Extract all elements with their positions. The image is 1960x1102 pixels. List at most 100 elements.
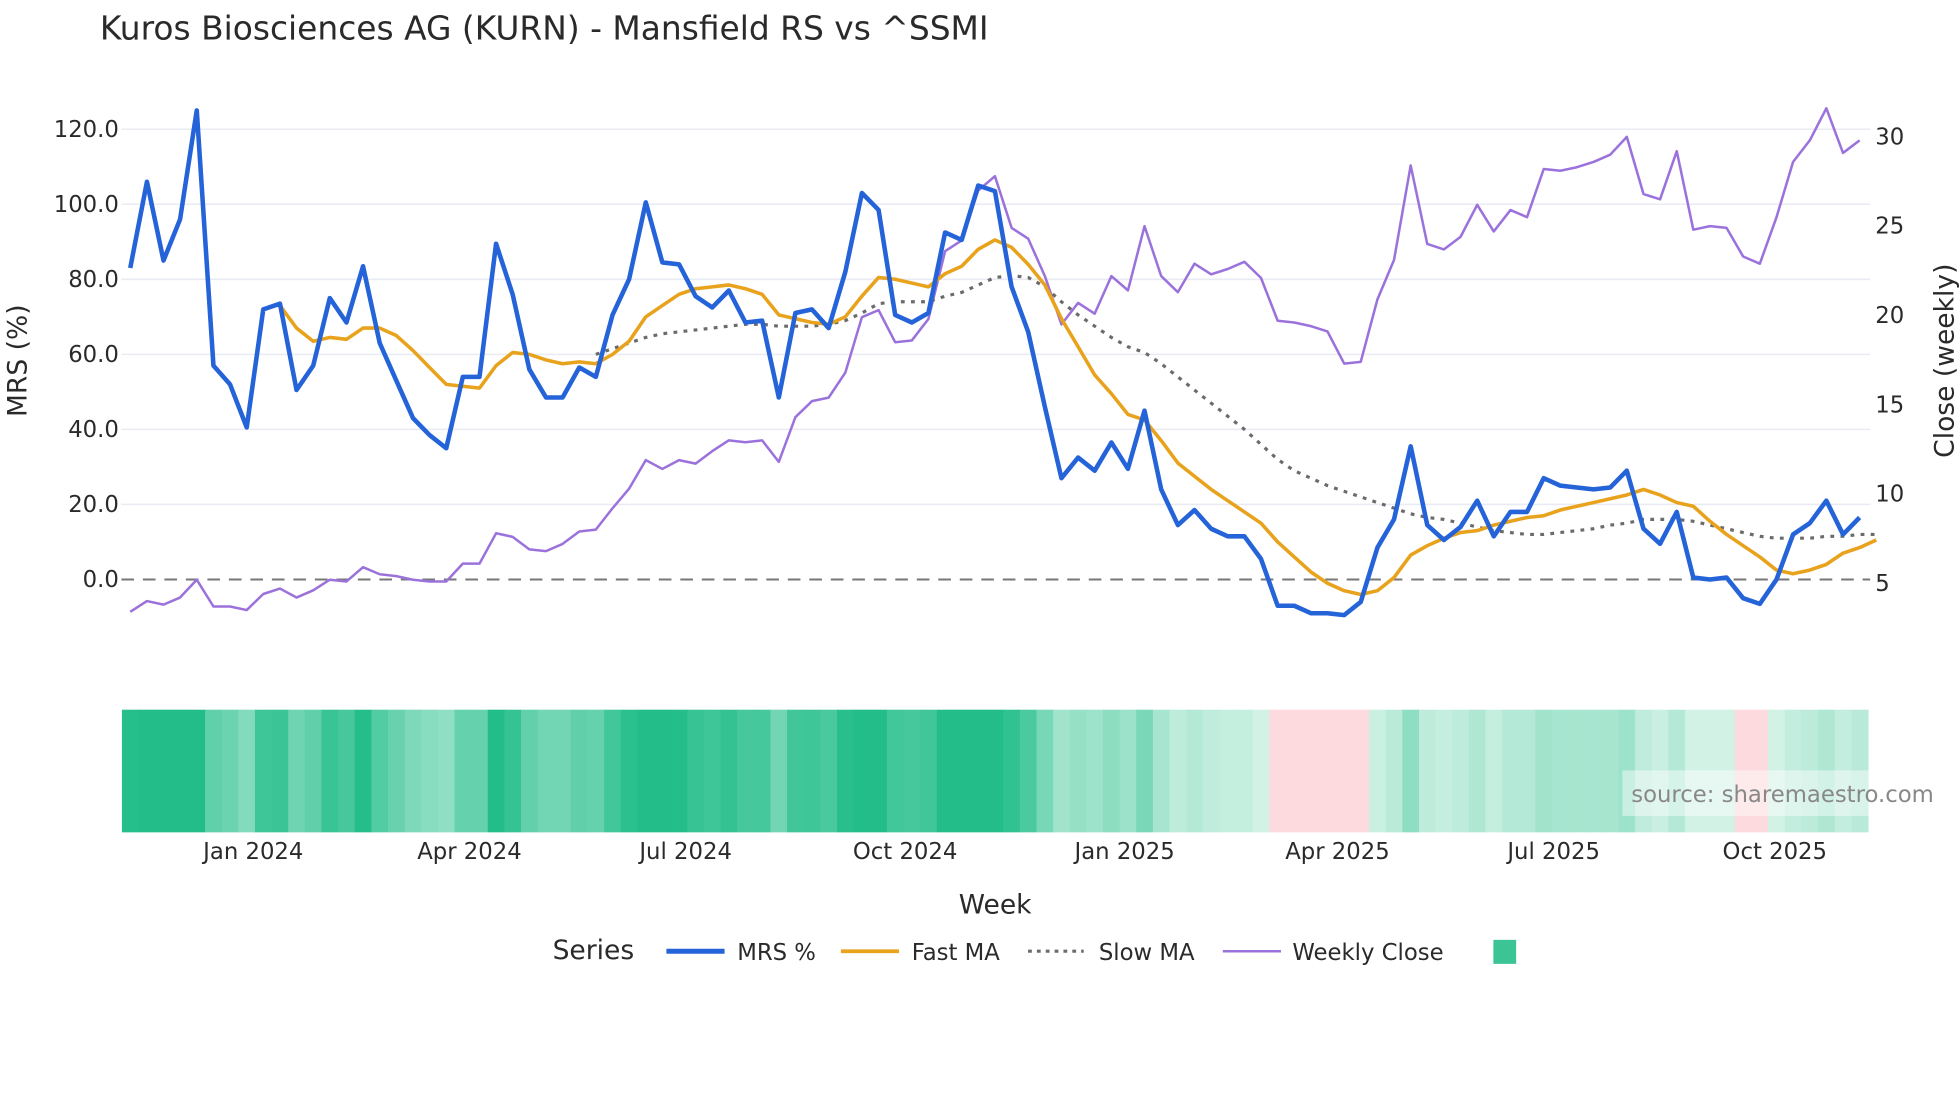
x-tick-label: Oct 2024 — [853, 839, 957, 865]
heatmap-cell — [1601, 709, 1620, 833]
series-line-mrs — [128, 108, 1862, 618]
y2-tick-label: 10 — [1875, 482, 1904, 508]
legend-item-fast-ma[interactable]: Fast MA — [840, 940, 1001, 966]
heatmap-cell — [1003, 709, 1021, 833]
heatmap-cell — [1352, 709, 1370, 833]
mansfield-rs-chart: Kuros Biosciences AG (KURN) - Mansfield … — [3, 9, 1960, 967]
heatmap-cell — [304, 709, 323, 833]
heatmap-cell — [886, 709, 905, 833]
x-tick-label: Jan 2025 — [1073, 839, 1175, 865]
legend-swatch-heatmap[interactable] — [1493, 939, 1517, 964]
heatmap-cell — [1186, 709, 1204, 833]
heatmap-cell — [1152, 709, 1171, 833]
heatmap-cell — [787, 709, 805, 833]
heatmap-cell — [437, 709, 456, 833]
x-axis-ticks: Jan 2024 Apr 2024 Jul 2024 Oct 2024 Jan 2025… — [201, 839, 1827, 865]
heatmap-cell — [1119, 709, 1137, 833]
heatmap-cell — [387, 709, 406, 833]
heatmap-cell — [570, 709, 589, 833]
heatmap-cell — [936, 709, 954, 833]
heatmap-cell — [404, 709, 422, 833]
gridlines — [121, 128, 1871, 506]
heatmap-cell — [421, 709, 439, 833]
heatmap-cell — [471, 709, 489, 833]
heatmap-cell — [737, 709, 755, 833]
legend-item-mrs[interactable]: MRS % — [666, 940, 816, 966]
x-tick-label: Oct 2025 — [1723, 839, 1827, 865]
heatmap-cell — [1019, 709, 1038, 833]
x-tick-label: Jul 2024 — [637, 839, 732, 865]
heatmap-cell — [654, 709, 672, 833]
heatmap-cell — [836, 709, 855, 833]
heatmap-cell — [1402, 709, 1420, 833]
heatmap-cell — [238, 709, 256, 833]
y-axis-title: MRS (%) — [3, 304, 34, 417]
heatmap-cell — [1452, 709, 1470, 833]
heatmap-cell — [1319, 709, 1337, 833]
x-tick-label: Apr 2025 — [1285, 839, 1390, 865]
legend-item-weekly-close[interactable]: Weekly Close — [1222, 940, 1444, 966]
heatmap-cell — [853, 709, 871, 833]
heatmap-cell — [205, 709, 223, 833]
heatmap-cell — [1485, 709, 1503, 833]
legend-label-fast-ma: Fast MA — [912, 940, 1001, 966]
series-lines — [128, 107, 1878, 618]
heatmap-cell — [1468, 709, 1487, 833]
heatmap-cell — [1252, 709, 1270, 833]
heatmap-cell — [703, 709, 722, 833]
heatmap-cell — [920, 709, 938, 833]
heatmap-cell — [321, 709, 339, 833]
heatmap-cell — [1335, 709, 1354, 833]
heatmap-cell — [121, 709, 140, 833]
heatmap-cell — [803, 709, 821, 833]
source-label: source: sharemaestro.com — [1631, 782, 1934, 808]
heatmap-cell — [969, 709, 988, 833]
heatmap-cell — [521, 709, 539, 833]
heatmap-cell — [687, 709, 705, 833]
heatmap-cell — [620, 709, 639, 833]
heatmap-cell — [637, 709, 655, 833]
y-tick-label: 100.0 — [54, 192, 119, 218]
heatmap-cell — [1369, 709, 1387, 833]
heatmap-cell — [537, 709, 555, 833]
heatmap-cell — [770, 709, 788, 833]
heatmap-cell — [720, 709, 738, 833]
y2-tick-label: 5 — [1875, 571, 1889, 597]
heatmap-cell — [986, 709, 1004, 833]
heatmap-cell — [1136, 709, 1154, 833]
heatmap-cell — [1518, 709, 1536, 833]
heatmap-cell — [171, 709, 190, 833]
left-axis-ticks: 0.0 20.0 40.0 60.0 80.0 100.0 120.0 — [54, 117, 119, 593]
heatmap-cell — [138, 709, 156, 833]
heatmap-cell — [1435, 709, 1453, 833]
heatmap-cell — [338, 709, 356, 833]
heatmap-cell — [254, 709, 273, 833]
legend-title: Series — [553, 935, 635, 966]
heatmap-cell — [870, 709, 888, 833]
chart-title: Kuros Biosciences AG (KURN) - Mansfield … — [100, 9, 989, 48]
heatmap-cell — [1285, 709, 1304, 833]
heatmap-cell — [1169, 709, 1187, 833]
legend: Series MRS % Fast MA Slow MA Weekly Clos… — [553, 935, 1517, 966]
x-axis-title: Week — [959, 889, 1032, 920]
heatmap-cell — [753, 709, 772, 833]
y2-tick-label: 15 — [1875, 392, 1904, 418]
heatmap-cell — [903, 709, 921, 833]
heatmap-cell — [1069, 709, 1088, 833]
heatmap-cell — [1502, 709, 1520, 833]
heatmap-cell — [1236, 709, 1254, 833]
heatmap-cell — [1086, 709, 1104, 833]
y-tick-label: 60.0 — [68, 342, 119, 368]
heatmap-cell — [354, 709, 372, 833]
heatmap-cell — [504, 709, 522, 833]
heatmap-cell — [271, 709, 289, 833]
heatmap-cell — [1385, 709, 1403, 833]
heatmap-cell — [1568, 709, 1586, 833]
legend-item-slow-ma[interactable]: Slow MA — [1028, 940, 1195, 966]
heatmap-cell — [1302, 709, 1320, 833]
heatmap-cell — [487, 709, 506, 833]
heatmap-cell — [1269, 709, 1287, 833]
series-line-slow — [595, 274, 1877, 540]
heatmap-cell — [155, 709, 173, 833]
x-tick-label: Jul 2025 — [1505, 839, 1600, 865]
